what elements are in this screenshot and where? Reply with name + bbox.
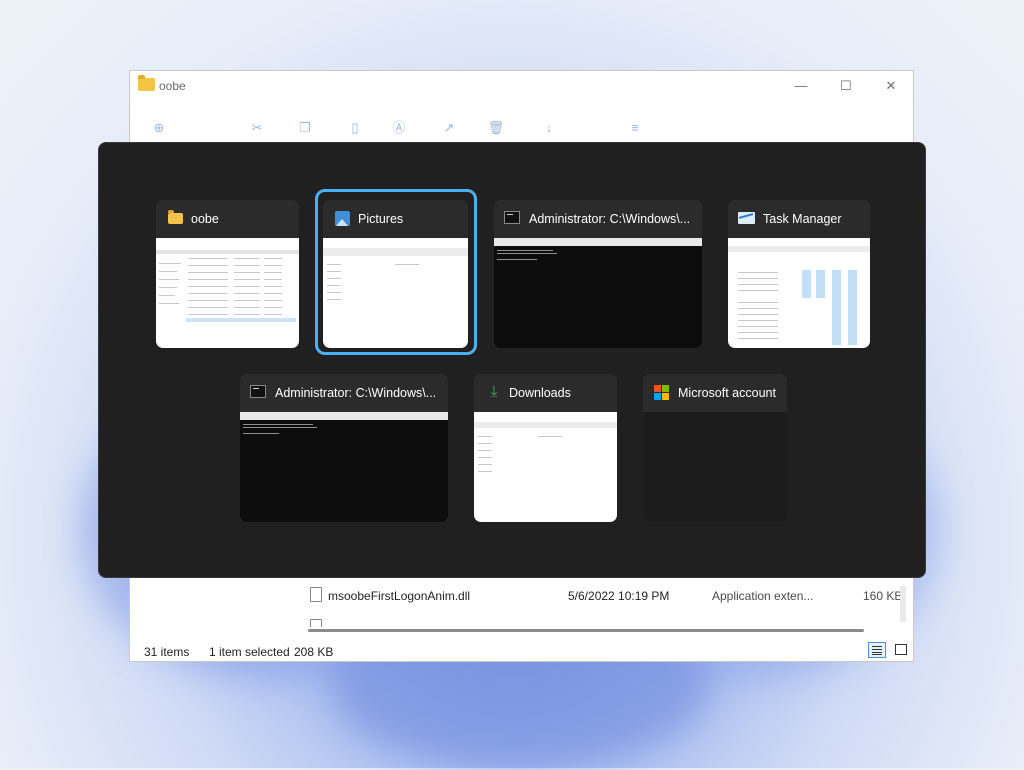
folder-icon [168, 210, 183, 224]
horizontal-scrollbar[interactable] [308, 629, 864, 632]
task-manager-icon [738, 212, 755, 224]
microsoft-logo-icon [654, 385, 670, 401]
copy-icon[interactable]: ❐ [296, 119, 314, 137]
card-header: Task Manager [728, 200, 870, 238]
switcher-card-admin-cmd-1[interactable]: Administrator: C:\Windows\... [494, 200, 702, 348]
switcher-card-admin-cmd-2[interactable]: Administrator: C:\Windows\... [240, 374, 448, 522]
file-icon [310, 619, 322, 627]
card-header: Administrator: C:\Windows\... [240, 374, 448, 412]
command-prompt-icon [504, 211, 520, 224]
file-date: 5/6/2022 10:19 PM [568, 589, 670, 603]
close-button[interactable]: ✕ [876, 76, 906, 96]
switcher-card-task-manager[interactable]: Task Manager [728, 200, 870, 348]
card-header: oobe [156, 200, 299, 238]
card-title: Task Manager [763, 212, 842, 226]
window-preview [474, 412, 617, 522]
dll-file-icon [310, 587, 322, 602]
minimize-button[interactable]: — [786, 76, 816, 96]
card-header: ⤓ Downloads [474, 374, 617, 412]
window-preview [156, 238, 299, 348]
rename-icon[interactable]: Ⓐ [390, 119, 408, 137]
selection-count: 1 item selected [209, 645, 290, 659]
view-icon[interactable]: ≡ [626, 119, 644, 137]
card-title: oobe [191, 212, 219, 226]
item-count: 31 items [144, 645, 190, 659]
card-title: Microsoft account [678, 386, 776, 400]
card-header: Administrator: C:\Windows\... [494, 200, 702, 238]
new-icon[interactable]: ⊕ [150, 119, 168, 137]
card-header: Microsoft account [643, 374, 787, 412]
folder-icon [138, 75, 155, 91]
command-prompt-icon [250, 385, 266, 398]
details-view-button[interactable] [868, 642, 886, 658]
card-title: Administrator: C:\Windows\... [275, 386, 437, 400]
window-preview [494, 238, 702, 348]
card-title: Administrator: C:\Windows\... [529, 212, 691, 226]
cut-icon[interactable]: ✂ [248, 119, 266, 137]
title-bar[interactable]: oobe — ☐ ✕ [130, 71, 913, 103]
file-size: 160 KB [863, 589, 903, 603]
sort-icon[interactable]: ↓ [540, 119, 558, 137]
download-icon: ⤓ [490, 383, 498, 400]
file-type: Application exten... [712, 589, 814, 603]
file-name: msoobeFirstLogonAnim.dll [328, 589, 471, 603]
maximize-button[interactable]: ☐ [831, 76, 861, 96]
selection-size: 208 KB [294, 645, 334, 659]
delete-icon[interactable]: 🗑 [487, 119, 505, 137]
window-preview [728, 238, 870, 348]
status-bar: 31 items 1 item selected 208 KB [130, 639, 913, 663]
share-icon[interactable]: ↗ [440, 119, 458, 137]
paste-icon[interactable]: ▯ [346, 119, 364, 137]
window-title: oobe [159, 79, 186, 93]
window-preview [240, 412, 448, 522]
selection-highlight [315, 189, 477, 355]
window-preview [643, 412, 787, 522]
switcher-card-oobe[interactable]: oobe [156, 200, 299, 348]
task-switcher: oobe Pictures Administrator: C:\Windows\… [98, 142, 926, 578]
large-icons-view-button[interactable] [892, 642, 910, 658]
switcher-card-microsoft-account[interactable]: Microsoft account [643, 374, 787, 522]
switcher-card-downloads[interactable]: ⤓ Downloads [474, 374, 617, 522]
vertical-scrollbar[interactable] [900, 586, 906, 622]
file-list-row[interactable]: msoobeFirstLogonAnim.dll 5/6/2022 10:19 … [130, 585, 913, 607]
card-title: Downloads [509, 386, 571, 400]
